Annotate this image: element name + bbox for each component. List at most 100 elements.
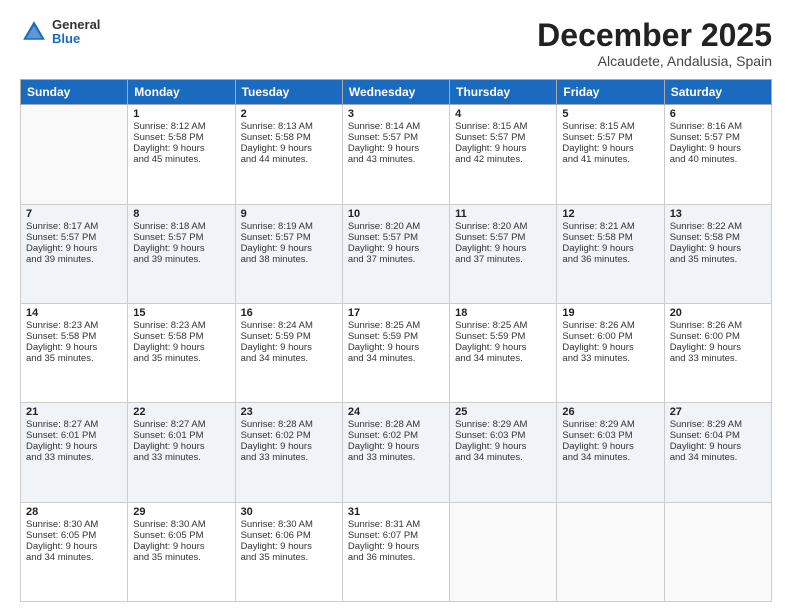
day-detail: Sunset: 5:58 PM — [26, 331, 122, 342]
day-detail: Daylight: 9 hours — [455, 441, 551, 452]
day-detail: Sunrise: 8:17 AM — [26, 221, 122, 232]
day-detail: Daylight: 9 hours — [133, 243, 229, 254]
day-detail: and 34 minutes. — [562, 452, 658, 463]
calendar-week-row: 21Sunrise: 8:27 AMSunset: 6:01 PMDayligh… — [21, 403, 772, 502]
day-detail: Sunrise: 8:13 AM — [241, 121, 337, 132]
calendar-cell: 24Sunrise: 8:28 AMSunset: 6:02 PMDayligh… — [342, 403, 449, 502]
day-detail: Sunset: 6:00 PM — [670, 331, 766, 342]
day-detail: and 36 minutes. — [348, 552, 444, 563]
calendar-cell: 14Sunrise: 8:23 AMSunset: 5:58 PMDayligh… — [21, 303, 128, 402]
calendar-cell: 27Sunrise: 8:29 AMSunset: 6:04 PMDayligh… — [664, 403, 771, 502]
calendar-week-row: 28Sunrise: 8:30 AMSunset: 6:05 PMDayligh… — [21, 502, 772, 601]
calendar-cell: 20Sunrise: 8:26 AMSunset: 6:00 PMDayligh… — [664, 303, 771, 402]
day-detail: Daylight: 9 hours — [26, 441, 122, 452]
weekday-header: Friday — [557, 80, 664, 105]
weekday-header: Wednesday — [342, 80, 449, 105]
calendar-cell — [450, 502, 557, 601]
day-number: 31 — [348, 506, 444, 518]
day-detail: Sunrise: 8:20 AM — [455, 221, 551, 232]
calendar-week-row: 1Sunrise: 8:12 AMSunset: 5:58 PMDaylight… — [21, 105, 772, 204]
calendar-cell: 16Sunrise: 8:24 AMSunset: 5:59 PMDayligh… — [235, 303, 342, 402]
day-number: 3 — [348, 108, 444, 120]
calendar-cell: 4Sunrise: 8:15 AMSunset: 5:57 PMDaylight… — [450, 105, 557, 204]
day-number: 20 — [670, 307, 766, 319]
day-detail: Sunrise: 8:29 AM — [670, 419, 766, 430]
calendar-cell: 18Sunrise: 8:25 AMSunset: 5:59 PMDayligh… — [450, 303, 557, 402]
day-number: 17 — [348, 307, 444, 319]
day-number: 1 — [133, 108, 229, 120]
day-number: 18 — [455, 307, 551, 319]
day-detail: Sunset: 6:00 PM — [562, 331, 658, 342]
day-detail: and 34 minutes. — [241, 353, 337, 364]
day-detail: Sunrise: 8:27 AM — [26, 419, 122, 430]
day-detail: Daylight: 9 hours — [241, 243, 337, 254]
day-detail: and 45 minutes. — [133, 154, 229, 165]
day-number: 4 — [455, 108, 551, 120]
day-detail: Sunrise: 8:15 AM — [562, 121, 658, 132]
calendar-week-row: 14Sunrise: 8:23 AMSunset: 5:58 PMDayligh… — [21, 303, 772, 402]
day-detail: Sunrise: 8:30 AM — [241, 519, 337, 530]
day-detail: and 33 minutes. — [133, 452, 229, 463]
day-detail: Daylight: 9 hours — [241, 541, 337, 552]
day-detail: Sunset: 5:57 PM — [455, 232, 551, 243]
day-detail: and 38 minutes. — [241, 254, 337, 265]
title-area: December 2025 Alcaudete, Andalusia, Spai… — [537, 18, 772, 69]
day-number: 6 — [670, 108, 766, 120]
day-detail: Sunrise: 8:20 AM — [348, 221, 444, 232]
day-detail: Sunset: 5:57 PM — [348, 132, 444, 143]
day-detail: Sunrise: 8:28 AM — [348, 419, 444, 430]
day-detail: and 33 minutes. — [670, 353, 766, 364]
day-detail: Daylight: 9 hours — [241, 441, 337, 452]
day-detail: Sunrise: 8:25 AM — [348, 320, 444, 331]
day-detail: Sunset: 5:58 PM — [133, 132, 229, 143]
day-detail: and 35 minutes. — [670, 254, 766, 265]
logo-icon — [20, 18, 48, 46]
day-detail: and 34 minutes. — [455, 353, 551, 364]
day-detail: Sunset: 6:01 PM — [26, 430, 122, 441]
day-detail: Daylight: 9 hours — [133, 441, 229, 452]
calendar-cell: 17Sunrise: 8:25 AMSunset: 5:59 PMDayligh… — [342, 303, 449, 402]
day-detail: Sunset: 6:03 PM — [562, 430, 658, 441]
day-detail: and 35 minutes. — [133, 353, 229, 364]
day-detail: Sunset: 6:07 PM — [348, 530, 444, 541]
day-number: 19 — [562, 307, 658, 319]
day-detail: and 34 minutes. — [455, 452, 551, 463]
day-detail: Daylight: 9 hours — [348, 243, 444, 254]
day-detail: Sunrise: 8:21 AM — [562, 221, 658, 232]
calendar: SundayMondayTuesdayWednesdayThursdayFrid… — [20, 79, 772, 602]
day-detail: Sunrise: 8:14 AM — [348, 121, 444, 132]
calendar-cell: 8Sunrise: 8:18 AMSunset: 5:57 PMDaylight… — [128, 204, 235, 303]
calendar-cell: 15Sunrise: 8:23 AMSunset: 5:58 PMDayligh… — [128, 303, 235, 402]
day-detail: Daylight: 9 hours — [26, 243, 122, 254]
day-detail: Daylight: 9 hours — [455, 143, 551, 154]
day-number: 7 — [26, 208, 122, 220]
day-detail: Daylight: 9 hours — [133, 541, 229, 552]
day-detail: Daylight: 9 hours — [670, 143, 766, 154]
day-number: 9 — [241, 208, 337, 220]
day-detail: Sunrise: 8:15 AM — [455, 121, 551, 132]
day-detail: Daylight: 9 hours — [670, 243, 766, 254]
day-number: 13 — [670, 208, 766, 220]
day-detail: Sunset: 5:58 PM — [562, 232, 658, 243]
calendar-cell: 6Sunrise: 8:16 AMSunset: 5:57 PMDaylight… — [664, 105, 771, 204]
day-detail: Sunset: 5:57 PM — [348, 232, 444, 243]
day-detail: Sunset: 6:06 PM — [241, 530, 337, 541]
day-detail: Sunrise: 8:16 AM — [670, 121, 766, 132]
day-detail: Daylight: 9 hours — [241, 342, 337, 353]
day-detail: Sunrise: 8:23 AM — [26, 320, 122, 331]
calendar-cell: 9Sunrise: 8:19 AMSunset: 5:57 PMDaylight… — [235, 204, 342, 303]
day-detail: Daylight: 9 hours — [348, 143, 444, 154]
day-detail: Sunrise: 8:18 AM — [133, 221, 229, 232]
calendar-cell: 25Sunrise: 8:29 AMSunset: 6:03 PMDayligh… — [450, 403, 557, 502]
calendar-cell: 26Sunrise: 8:29 AMSunset: 6:03 PMDayligh… — [557, 403, 664, 502]
day-detail: and 35 minutes. — [133, 552, 229, 563]
day-number: 28 — [26, 506, 122, 518]
day-detail: Daylight: 9 hours — [26, 541, 122, 552]
day-detail: Sunrise: 8:25 AM — [455, 320, 551, 331]
day-number: 5 — [562, 108, 658, 120]
calendar-cell — [21, 105, 128, 204]
calendar-cell: 19Sunrise: 8:26 AMSunset: 6:00 PMDayligh… — [557, 303, 664, 402]
calendar-cell: 28Sunrise: 8:30 AMSunset: 6:05 PMDayligh… — [21, 502, 128, 601]
location: Alcaudete, Andalusia, Spain — [537, 53, 772, 69]
calendar-cell: 1Sunrise: 8:12 AMSunset: 5:58 PMDaylight… — [128, 105, 235, 204]
